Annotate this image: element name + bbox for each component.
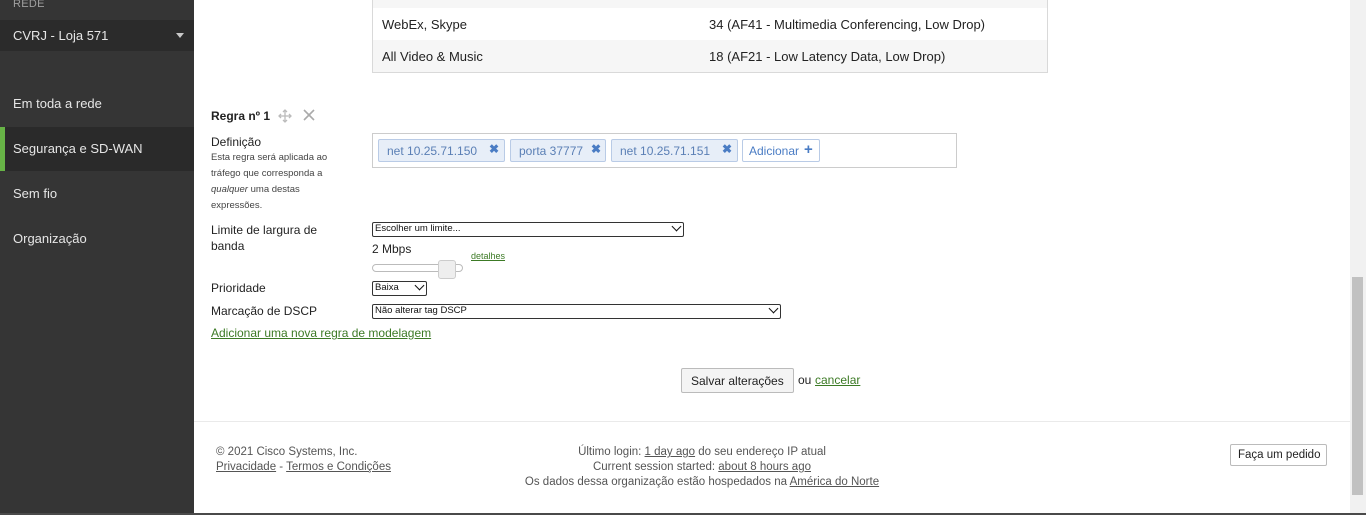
sidebar-item-network-wide[interactable]: Em toda a rede xyxy=(0,82,194,126)
sidebar: REDE CVRJ - Loja 571 Em toda a rede Segu… xyxy=(0,0,194,515)
table-row: All Video & Music 18 (AF21 - Low Latency… xyxy=(373,40,1047,72)
hosted-prefix: Os dados dessa organização estão hospeda… xyxy=(524,476,788,488)
sidebar-item-wireless[interactable]: Sem fio xyxy=(0,172,194,216)
definition-token-field[interactable]: net 10.25.71.150 ✖ porta 37777 ✖ net 10.… xyxy=(372,133,957,168)
bandwidth-slider-handle[interactable] xyxy=(437,260,456,279)
bandwidth-value: 2 Mbps xyxy=(372,242,412,256)
definition-label: Definição xyxy=(211,135,262,149)
network-selector[interactable]: CVRJ - Loja 571 xyxy=(0,20,194,51)
sidebar-item-security-sdwan[interactable]: Segurança e SD-WAN xyxy=(0,127,194,171)
sidebar-item-organization[interactable]: Organização xyxy=(0,217,194,261)
session-link[interactable]: about 8 hours ago xyxy=(718,461,811,473)
last-login: Último login: 1 day ago do seu endereço … xyxy=(194,446,1210,458)
hosted-link[interactable]: América do Norte xyxy=(790,476,879,488)
table-cell-app: All Video & Music xyxy=(382,49,483,64)
token-label: net 10.25.71.150 xyxy=(387,144,478,158)
chevron-down-icon xyxy=(414,280,425,291)
table-row: WebEx, Skype 34 (AF41 - Multimedia Confe… xyxy=(373,8,1047,40)
last-login-link[interactable]: 1 day ago xyxy=(645,446,696,458)
main-content: WebEx, Skype 34 (AF41 - Multimedia Confe… xyxy=(194,0,1350,513)
token-label: porta 37777 xyxy=(519,144,584,158)
data-hosting: Os dados dessa organização estão hospeda… xyxy=(194,476,1210,488)
table-cell-dscp: 18 (AF21 - Low Latency Data, Low Drop) xyxy=(709,49,946,64)
dscp-select[interactable]: Não alterar tag DSCP xyxy=(372,303,781,319)
sidebar-item-label: Segurança e SD-WAN xyxy=(13,141,143,156)
remove-token-icon[interactable]: ✖ xyxy=(489,142,499,156)
place-order-label: Faça um pedido xyxy=(1238,449,1321,461)
table-row xyxy=(373,0,1047,8)
chevron-down-icon xyxy=(176,33,184,38)
sidebar-item-label: Sem fio xyxy=(13,186,58,201)
dscp-table: WebEx, Skype 34 (AF41 - Multimedia Confe… xyxy=(372,0,1048,73)
definition-hint-emphasis: qualquer xyxy=(211,184,248,195)
session-started: Current session started: about 8 hours a… xyxy=(194,461,1210,473)
or-text: ou xyxy=(798,373,812,387)
add-token-button[interactable]: Adicionar + xyxy=(742,139,820,162)
chevron-down-icon xyxy=(768,303,779,314)
bandwidth-select-value: Escolher um limite... xyxy=(375,223,461,234)
sidebar-section-label: REDE xyxy=(13,0,45,10)
close-icon[interactable] xyxy=(302,108,316,122)
token-net-2: net 10.25.71.151 ✖ xyxy=(611,139,738,162)
bandwidth-select[interactable]: Escolher um limite... xyxy=(372,221,684,237)
scrollbar[interactable] xyxy=(1350,0,1366,513)
place-order-button[interactable]: Faça um pedido xyxy=(1230,444,1327,466)
priority-select[interactable]: Baixa xyxy=(372,280,427,296)
token-net-1: net 10.25.71.150 ✖ xyxy=(378,139,505,162)
save-button[interactable]: Salvar alterações xyxy=(681,368,794,393)
cancel-link[interactable]: cancelar xyxy=(815,373,860,387)
priority-select-value: Baixa xyxy=(375,282,399,293)
sidebar-item-label: Em toda a rede xyxy=(13,96,102,111)
last-login-suffix: do seu endereço IP atual xyxy=(698,446,826,458)
session-prefix: Current session started: xyxy=(592,461,716,473)
token-label: net 10.25.71.151 xyxy=(620,144,711,158)
scrollbar-thumb[interactable] xyxy=(1352,277,1363,495)
remove-token-icon[interactable]: ✖ xyxy=(722,142,732,156)
last-login-prefix: Último login: xyxy=(578,446,642,458)
dscp-select-value: Não alterar tag DSCP xyxy=(375,305,467,316)
chevron-down-icon xyxy=(671,221,682,232)
plus-icon: + xyxy=(804,141,813,158)
definition-hint: Esta regra será aplicada ao tráfego que … xyxy=(211,150,346,214)
add-token-label: Adicionar xyxy=(749,144,800,158)
remove-token-icon[interactable]: ✖ xyxy=(591,142,601,156)
bandwidth-label: Limite de largura de banda xyxy=(211,223,318,253)
network-name: CVRJ - Loja 571 xyxy=(13,28,109,43)
move-icon[interactable] xyxy=(278,109,292,123)
save-button-label: Salvar alterações xyxy=(691,374,784,388)
details-link[interactable]: detalhes xyxy=(471,251,505,261)
definition-hint-text-1: Esta regra será aplicada ao tráfego que … xyxy=(211,152,328,179)
dscp-label: Marcação de DSCP xyxy=(211,304,318,318)
footer-divider xyxy=(194,421,1350,422)
sidebar-item-label: Organização xyxy=(13,231,87,246)
priority-label: Prioridade xyxy=(211,281,266,295)
token-port: porta 37777 ✖ xyxy=(510,139,606,162)
table-cell-dscp: 34 (AF41 - Multimedia Conferencing, Low … xyxy=(709,17,986,32)
add-rule-link[interactable]: Adicionar uma nova regra de modelagem xyxy=(211,326,431,340)
rule-title: Regra nº 1 xyxy=(211,109,271,123)
table-cell-app: WebEx, Skype xyxy=(382,17,468,32)
